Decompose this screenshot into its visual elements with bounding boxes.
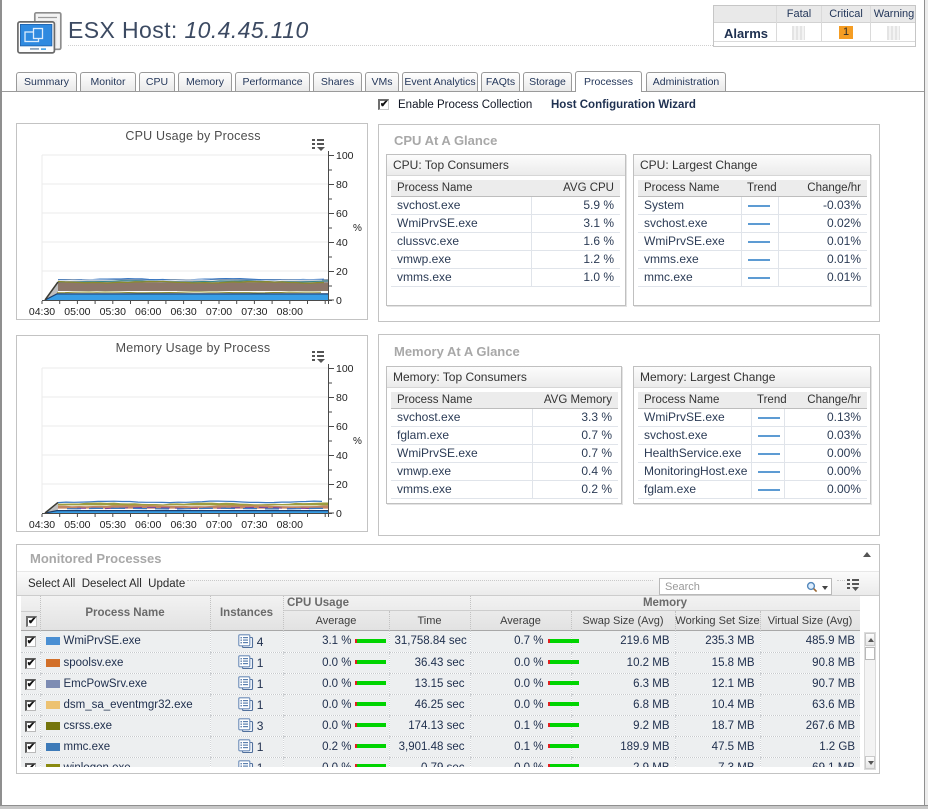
svg-text:%: % bbox=[353, 223, 362, 234]
svg-text:08:00: 08:00 bbox=[277, 306, 303, 318]
svg-text:06:00: 06:00 bbox=[135, 306, 161, 318]
svg-text:40: 40 bbox=[336, 450, 348, 462]
svg-text:07:30: 07:30 bbox=[241, 306, 267, 318]
svg-text:20: 20 bbox=[336, 479, 348, 491]
svg-text:0: 0 bbox=[336, 295, 342, 307]
svg-text:06:30: 06:30 bbox=[170, 306, 196, 318]
svg-text:80: 80 bbox=[336, 392, 348, 404]
svg-text:40: 40 bbox=[336, 237, 348, 249]
svg-text:Memory Usage by Process: Memory Usage by Process bbox=[116, 341, 271, 355]
svg-text:04:30: 04:30 bbox=[29, 306, 55, 318]
svg-text:100: 100 bbox=[336, 363, 354, 375]
svg-text:60: 60 bbox=[336, 208, 348, 220]
svg-text:07:00: 07:00 bbox=[206, 519, 232, 531]
svg-text:60: 60 bbox=[336, 421, 348, 433]
svg-text:07:00: 07:00 bbox=[206, 306, 232, 318]
svg-text:20: 20 bbox=[336, 266, 348, 278]
svg-text:80: 80 bbox=[336, 179, 348, 191]
svg-text:%: % bbox=[353, 436, 362, 447]
svg-text:05:30: 05:30 bbox=[100, 519, 126, 531]
svg-text:06:30: 06:30 bbox=[170, 519, 196, 531]
svg-text:07:30: 07:30 bbox=[241, 519, 267, 531]
svg-text:05:30: 05:30 bbox=[100, 306, 126, 318]
svg-text:CPU Usage by Process: CPU Usage by Process bbox=[125, 129, 260, 143]
svg-text:0: 0 bbox=[336, 508, 342, 520]
svg-text:06:00: 06:00 bbox=[135, 519, 161, 531]
svg-text:08:00: 08:00 bbox=[277, 519, 303, 531]
svg-text:05:00: 05:00 bbox=[64, 306, 90, 318]
svg-text:05:00: 05:00 bbox=[64, 519, 90, 531]
svg-text:100: 100 bbox=[336, 150, 354, 162]
svg-text:04:30: 04:30 bbox=[29, 519, 55, 531]
